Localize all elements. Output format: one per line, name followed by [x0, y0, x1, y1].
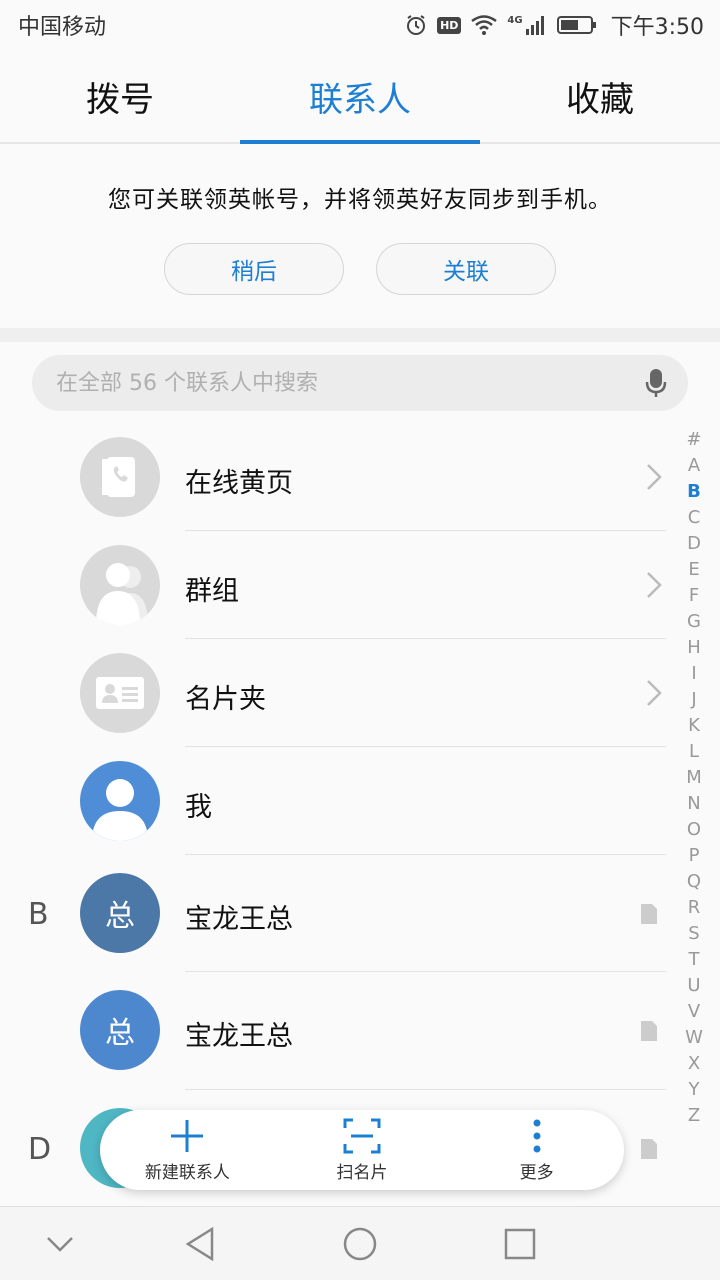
- alpha-index-letter[interactable]: R: [688, 895, 701, 921]
- list-item-groups[interactable]: 群组: [0, 531, 680, 639]
- alpha-index-letter[interactable]: K: [688, 713, 700, 739]
- alpha-index-letter[interactable]: V: [688, 999, 700, 1025]
- alpha-index-letter[interactable]: U: [687, 973, 700, 999]
- later-button[interactable]: 稍后: [164, 243, 344, 295]
- alpha-index-letter[interactable]: #: [686, 427, 701, 453]
- contact-avatar: 总: [80, 990, 160, 1070]
- carrier-name: 中国移动: [18, 15, 107, 40]
- more-button[interactable]: 更多: [449, 1110, 624, 1190]
- tab-bar: 拨号 联系人 收藏: [0, 50, 720, 144]
- contact-name: 宝龙王总: [185, 1021, 293, 1052]
- new-contact-button[interactable]: 新建联系人: [100, 1110, 275, 1190]
- alpha-index-letter[interactable]: W: [685, 1025, 703, 1051]
- alpha-index-letter[interactable]: E: [688, 557, 699, 583]
- scan-card-button[interactable]: 扫名片: [275, 1110, 450, 1190]
- alpha-index-letter[interactable]: F: [689, 583, 699, 609]
- contact-name: 名片夹: [185, 684, 266, 715]
- status-bar: 中国移动 HD 4G 下午3:50: [0, 0, 720, 50]
- section-letter: B: [28, 897, 49, 932]
- banner-text: 您可关联领英帐号，并将领英好友同步到手机。: [108, 187, 612, 213]
- floating-action-bar: 新建联系人 扫名片 更多: [100, 1110, 624, 1190]
- plus-icon: [171, 1119, 204, 1152]
- alpha-index-letter[interactable]: B: [687, 479, 701, 505]
- hd-icon: HD: [437, 16, 462, 34]
- alpha-index-letter[interactable]: J: [691, 687, 696, 713]
- business-card-icon: [80, 653, 160, 733]
- alpha-index-letter[interactable]: A: [688, 453, 700, 479]
- back-button[interactable]: [182, 1225, 218, 1263]
- chevron-right-icon: [647, 572, 662, 598]
- contact-name: 我: [185, 792, 212, 823]
- list-item-contact[interactable]: B 总 宝龙王总: [0, 855, 680, 972]
- scan-icon: [343, 1118, 381, 1153]
- alpha-index-letter[interactable]: M: [686, 765, 702, 791]
- chevron-right-icon: [647, 680, 662, 706]
- recents-button[interactable]: [502, 1226, 538, 1262]
- collapse-button[interactable]: [42, 1229, 78, 1259]
- alpha-index-letter[interactable]: X: [688, 1051, 700, 1077]
- alpha-index-letter[interactable]: G: [687, 609, 701, 635]
- home-button[interactable]: [340, 1224, 380, 1264]
- chevron-right-icon: [647, 464, 662, 490]
- more-label: 更多: [519, 1162, 554, 1183]
- document-icon: [641, 1021, 657, 1041]
- search-bar: [32, 355, 688, 411]
- more-vertical-icon: [533, 1119, 541, 1152]
- alpha-index-letter[interactable]: T: [689, 947, 700, 973]
- battery-icon: [556, 16, 596, 34]
- status-icons: HD 4G 下午3:50: [405, 9, 704, 41]
- signal-icon: [525, 16, 544, 35]
- system-nav-bar: [0, 1206, 720, 1280]
- tab-favorites[interactable]: 收藏: [480, 50, 720, 142]
- alpha-index-letter[interactable]: P: [689, 843, 700, 869]
- contact-name: 群组: [185, 576, 239, 607]
- alphabet-index[interactable]: # A B C D E F G H I J K L M N O P Q R S T U V W X Y Z: [685, 427, 703, 1129]
- new-contact-label: 新建联系人: [144, 1162, 230, 1183]
- contact-name: 在线黄页: [185, 468, 293, 499]
- home-circle-icon: [343, 1227, 377, 1261]
- network-type: 4G: [507, 14, 523, 26]
- wifi-icon: [471, 15, 498, 35]
- alpha-index-letter[interactable]: Q: [687, 869, 701, 895]
- list-item-contact[interactable]: 总 宝龙王总: [0, 972, 680, 1090]
- recents-square-icon: [504, 1228, 536, 1260]
- alpha-index-letter[interactable]: L: [689, 739, 699, 765]
- alpha-index-letter[interactable]: C: [688, 505, 701, 531]
- section-separator: [0, 328, 720, 342]
- link-button[interactable]: 关联: [376, 243, 556, 295]
- alarm-icon: [407, 15, 426, 35]
- clock: 下午3:50: [610, 15, 704, 40]
- group-icon: [80, 545, 160, 625]
- document-icon: [641, 904, 657, 924]
- alpha-index-letter[interactable]: D: [687, 531, 701, 557]
- list-item-business-cards[interactable]: 名片夹: [0, 639, 680, 747]
- list-item-yellow-pages[interactable]: 在线黄页: [0, 423, 680, 531]
- contact-name: 宝龙王总: [185, 904, 293, 935]
- tab-contacts[interactable]: 联系人: [240, 50, 480, 144]
- alpha-index-letter[interactable]: N: [687, 791, 700, 817]
- document-icon: [641, 1139, 657, 1159]
- microphone-icon[interactable]: [644, 367, 668, 399]
- search-input[interactable]: [56, 370, 644, 396]
- alpha-index-letter[interactable]: Z: [688, 1103, 700, 1129]
- alpha-index-letter[interactable]: O: [687, 817, 701, 843]
- back-triangle-icon: [185, 1227, 214, 1261]
- list-item-me[interactable]: 我: [0, 747, 680, 855]
- scan-card-label: 扫名片: [336, 1162, 388, 1183]
- chevron-down-icon: [47, 1237, 73, 1252]
- alpha-index-letter[interactable]: Y: [689, 1077, 700, 1103]
- yellow-pages-icon: [80, 437, 160, 517]
- contact-avatar: 总: [80, 873, 160, 953]
- alpha-index-letter[interactable]: S: [688, 921, 699, 947]
- linkedin-banner: 您可关联领英帐号，并将领英好友同步到手机。 稍后 关联: [0, 146, 720, 328]
- tab-dialer[interactable]: 拨号: [0, 50, 240, 142]
- alpha-index-letter[interactable]: I: [691, 661, 696, 687]
- section-letter: D: [28, 1132, 52, 1167]
- person-icon: [80, 761, 160, 841]
- alpha-index-letter[interactable]: H: [687, 635, 701, 661]
